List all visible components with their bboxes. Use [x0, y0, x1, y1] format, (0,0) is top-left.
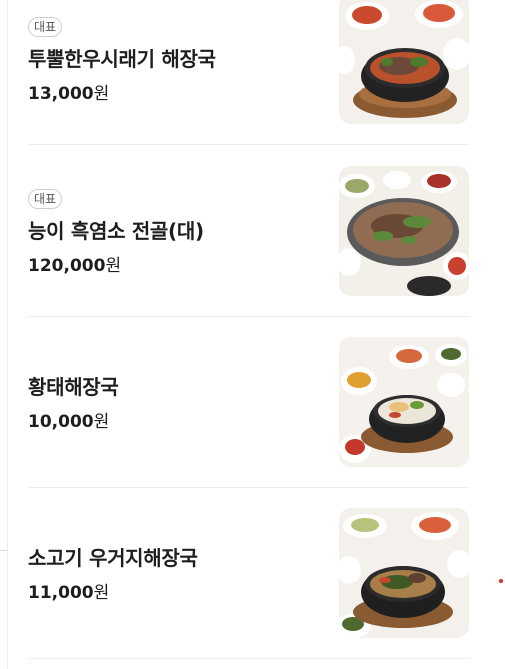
price-value: 10,000 — [28, 412, 94, 432]
hotpot-photo-icon — [339, 166, 469, 296]
menu-item-name: 투뿔한우시래기 해장국 — [28, 47, 216, 71]
price-currency: 원 — [105, 256, 122, 276]
signature-badge: 대표 — [28, 17, 63, 37]
menu-item-name: 황태해장국 — [28, 375, 119, 399]
menu-item[interactable]: 대표 투뿔한우시래기 해장국 13,000원 — [28, 0, 469, 144]
price-currency: 원 — [93, 84, 110, 104]
menu-item[interactable]: 대표 능이 흑염소 전골(대) 120,000원 — [28, 145, 469, 316]
menu-item-price: 120,000원 — [28, 251, 121, 276]
menu-item[interactable]: 황태해장국 10,000원 — [28, 317, 469, 488]
signature-badge: 대표 — [28, 189, 63, 209]
item-divider — [28, 658, 469, 659]
menu-item-name: 능이 흑염소 전골(대) — [28, 219, 204, 243]
menu-item-price: 13,000원 — [28, 79, 109, 104]
menu-item-photo[interactable] — [339, 166, 469, 296]
left-border-tick — [0, 550, 7, 551]
menu-item-photo[interactable] — [339, 337, 469, 467]
left-border — [7, 0, 8, 669]
price-value: 13,000 — [28, 84, 94, 104]
menu-item-price: 11,000원 — [28, 578, 109, 603]
price-currency: 원 — [93, 412, 110, 432]
price-currency: 원 — [93, 583, 110, 603]
pollack-soup-photo-icon — [339, 337, 469, 467]
red-dot-marker — [499, 579, 503, 583]
menu-item[interactable]: 소고기 우거지해장국 11,000원 — [28, 488, 469, 659]
menu-item-photo[interactable] — [339, 508, 469, 638]
menu-item-photo[interactable] — [339, 0, 469, 124]
soup-with-sides-photo-icon — [339, 0, 469, 124]
menu-item-price: 10,000원 — [28, 407, 109, 432]
price-value: 120,000 — [28, 256, 106, 276]
price-value: 11,000 — [28, 583, 94, 603]
menu-item-name: 소고기 우거지해장국 — [28, 546, 198, 570]
beef-soup-photo-icon — [339, 508, 469, 638]
